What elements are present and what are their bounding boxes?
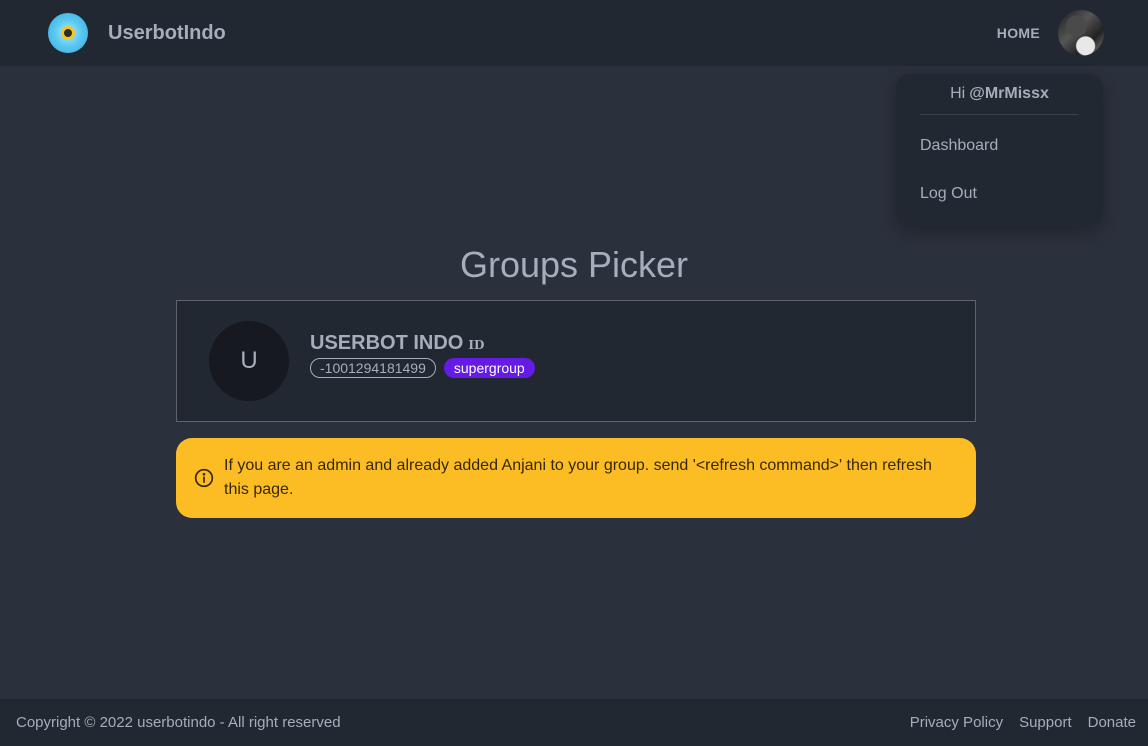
privacy-policy-link[interactable]: Privacy Policy xyxy=(910,714,1003,731)
nav-right: HOME xyxy=(997,10,1104,56)
footer: Copyright © 2022 userbotindo - All right… xyxy=(0,699,1148,746)
brand-link[interactable]: UserbotIndo xyxy=(48,13,226,53)
group-type-badge: supergroup xyxy=(443,358,535,378)
group-info: USERBOT INDO ID -1001294181499 supergrou… xyxy=(310,332,535,378)
group-card[interactable]: U USERBOT INDO ID -1001294181499 supergr… xyxy=(176,300,976,422)
group-badges: -1001294181499 supergroup xyxy=(310,358,535,378)
greeting-username: @MrMissx xyxy=(969,85,1049,102)
user-avatar[interactable] xyxy=(1058,10,1104,56)
group-id-icon: ID xyxy=(468,338,485,352)
home-link[interactable]: HOME xyxy=(997,25,1040,41)
dashboard-menu-item[interactable]: Dashboard xyxy=(920,122,1079,170)
copyright-text: Copyright © 2022 userbotindo - All right… xyxy=(16,714,341,731)
info-icon xyxy=(194,468,214,488)
chat-id-badge: -1001294181499 xyxy=(310,358,436,378)
brand-name: UserbotIndo xyxy=(108,21,226,44)
footer-links: Privacy Policy Support Donate xyxy=(894,714,1136,731)
greeting-prefix: Hi xyxy=(950,85,966,102)
bee-logo-icon xyxy=(48,13,88,53)
warning-alert: If you are an admin and already added An… xyxy=(176,438,976,518)
group-name: USERBOT INDO xyxy=(310,332,464,354)
donate-link[interactable]: Donate xyxy=(1088,714,1136,731)
support-link[interactable]: Support xyxy=(1019,714,1072,731)
dropdown-greeting: Hi @MrMissx xyxy=(920,74,1079,115)
navbar: UserbotIndo HOME xyxy=(0,0,1148,66)
group-avatar: U xyxy=(209,321,289,401)
group-name-row: USERBOT INDO ID xyxy=(310,332,535,355)
user-dropdown-menu: Hi @MrMissx Dashboard Log Out xyxy=(896,74,1103,226)
logout-menu-item[interactable]: Log Out xyxy=(920,170,1079,218)
page-title: Groups Picker xyxy=(459,244,689,285)
alert-text: If you are an admin and already added An… xyxy=(224,457,932,498)
